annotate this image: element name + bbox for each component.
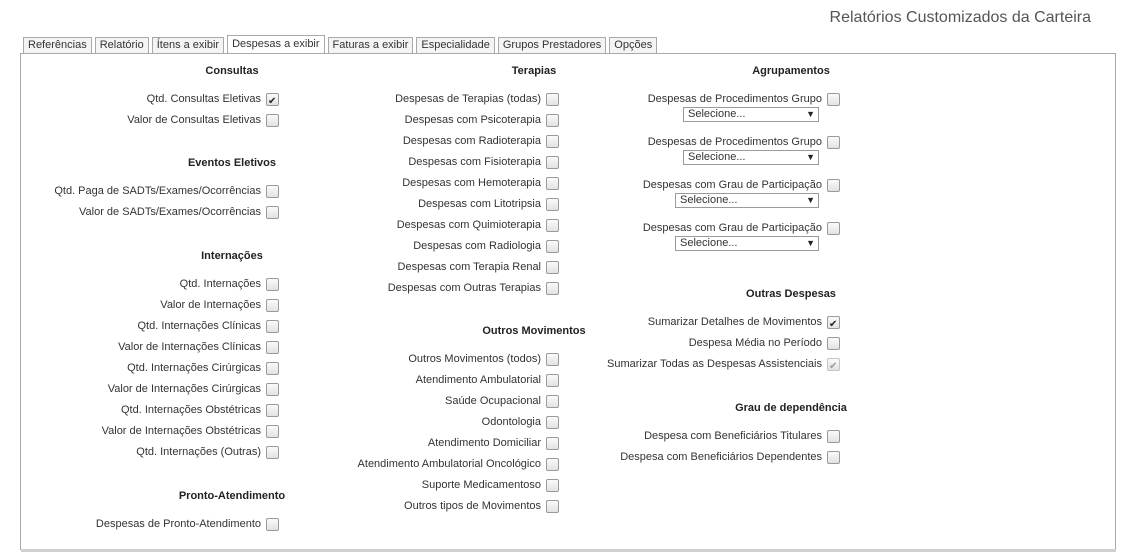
group-select[interactable]: Selecione... ▼: [675, 236, 819, 251]
tab-opcoes[interactable]: Opções: [609, 37, 658, 53]
tab-grupos-prestadores[interactable]: Grupos Prestadores: [497, 37, 607, 53]
option-row: Suporte Medicamentoso: [21, 475, 559, 496]
tab-faturas-a-exibir[interactable]: Faturas a exibir: [327, 37, 414, 53]
option-checkbox[interactable]: [546, 156, 559, 169]
option-checkbox[interactable]: [827, 337, 840, 350]
group-select[interactable]: Selecione... ▼: [683, 107, 819, 122]
page-title: Relatórios Customizados da Carteira: [829, 9, 1091, 26]
option-checkbox[interactable]: [546, 240, 559, 253]
tab-relatorio[interactable]: Relatório: [94, 37, 149, 53]
option-row: Despesas com Fisioterapia: [21, 152, 559, 173]
chevron-down-icon: ▼: [806, 152, 815, 162]
option-label: Saúde Ocupacional: [444, 395, 541, 407]
select-value: Selecione...: [688, 108, 746, 120]
option-row: Despesa com Beneficiários Titulares: [21, 426, 840, 447]
option-checkbox[interactable]: [827, 222, 840, 235]
option-label: Despesa com Beneficiários Dependentes: [620, 451, 822, 463]
panel-shadow: [21, 549, 1116, 552]
option-label: Despesas com Radiologia: [413, 240, 541, 252]
option-row: Despesas com Psicoterapia: [21, 110, 559, 131]
option-row: Despesas com Litotripsia: [21, 194, 559, 215]
option-row: Saúde Ocupacional: [21, 391, 559, 412]
despesas-panel: ConsultasQtd. Consultas EletivasValor de…: [20, 53, 1116, 550]
select-value: Selecione...: [680, 194, 738, 206]
section-heading: Grau de dependência: [735, 402, 847, 414]
option-checkbox[interactable]: [546, 374, 559, 387]
option-checkbox: [827, 356, 840, 377]
option-row: Despesas de Pronto-Atendimento: [21, 514, 279, 535]
option-checkbox[interactable]: [827, 136, 840, 149]
tab-despesas-a-exibir[interactable]: Despesas a exibir: [227, 35, 325, 53]
option-label: Suporte Medicamentoso: [421, 479, 541, 491]
option-checkbox[interactable]: [827, 179, 840, 192]
option-checkbox[interactable]: [266, 299, 279, 312]
option-row: Despesas com Outras Terapias: [21, 278, 559, 299]
option-checkbox[interactable]: [546, 395, 559, 408]
section-heading: Outras Despesas: [746, 288, 836, 300]
option-checkbox[interactable]: [546, 282, 559, 295]
option-row: Sumarizar Todas as Despesas Assistenciai…: [21, 354, 840, 377]
option-label: Despesas com Litotripsia: [418, 198, 541, 210]
option-checkbox[interactable]: [827, 451, 840, 464]
option-label: Despesas com Psicoterapia: [404, 114, 541, 126]
option-checkbox[interactable]: [827, 430, 840, 443]
option-row: Despesas com Terapia Renal: [21, 257, 559, 278]
option-checkbox[interactable]: [546, 261, 559, 274]
group-select[interactable]: Selecione... ▼: [683, 150, 819, 165]
tab-especialidade[interactable]: Especialidade: [416, 37, 495, 53]
option-checkbox[interactable]: [266, 518, 279, 531]
option-row: Despesa com Beneficiários Dependentes: [21, 447, 840, 468]
select-value: Selecione...: [688, 151, 746, 163]
option-label: Despesas com Terapia Renal: [397, 261, 541, 273]
chevron-down-icon: ▼: [806, 195, 815, 205]
option-checkbox[interactable]: [546, 198, 559, 211]
option-row: Despesas com Radiologia: [21, 236, 559, 257]
option-label: Despesas com Fisioterapia: [408, 156, 541, 168]
group-select[interactable]: Selecione... ▼: [675, 193, 819, 208]
chevron-down-icon: ▼: [806, 109, 815, 119]
option-label: Outros tipos de Movimentos: [404, 500, 541, 512]
chevron-down-icon: ▼: [806, 238, 815, 248]
option-row: Despesa Média no Período: [21, 333, 840, 354]
option-checkbox[interactable]: [546, 479, 559, 492]
section-heading: Agrupamentos: [752, 65, 830, 77]
section-heading: Consultas: [205, 65, 259, 77]
option-checkbox[interactable]: [827, 314, 840, 335]
option-label: Sumarizar Detalhes de Movimentos: [647, 316, 822, 328]
option-label: Despesas de Pronto-Atendimento: [95, 518, 261, 530]
option-checkbox[interactable]: [827, 93, 840, 106]
select-value: Selecione...: [680, 237, 738, 249]
tab-bar: Referências Relatório Ítens a exibir Despes…: [23, 35, 658, 54]
option-label: Despesas com Outras Terapias: [387, 282, 541, 294]
option-label: Despesa Média no Período: [688, 337, 822, 349]
option-checkbox[interactable]: [546, 500, 559, 513]
tab-itens-a-exibir[interactable]: Ítens a exibir: [151, 37, 225, 53]
section-heading: Terapias: [511, 65, 557, 77]
option-row: Sumarizar Detalhes de Movimentos: [21, 312, 840, 335]
option-label: Despesa com Beneficiários Titulares: [644, 430, 822, 442]
option-checkbox[interactable]: [546, 114, 559, 127]
tab-referencias[interactable]: Referências: [23, 37, 92, 53]
option-row: Outros tipos de Movimentos: [21, 496, 559, 517]
option-label: Sumarizar Todas as Despesas Assistenciai…: [606, 358, 822, 370]
